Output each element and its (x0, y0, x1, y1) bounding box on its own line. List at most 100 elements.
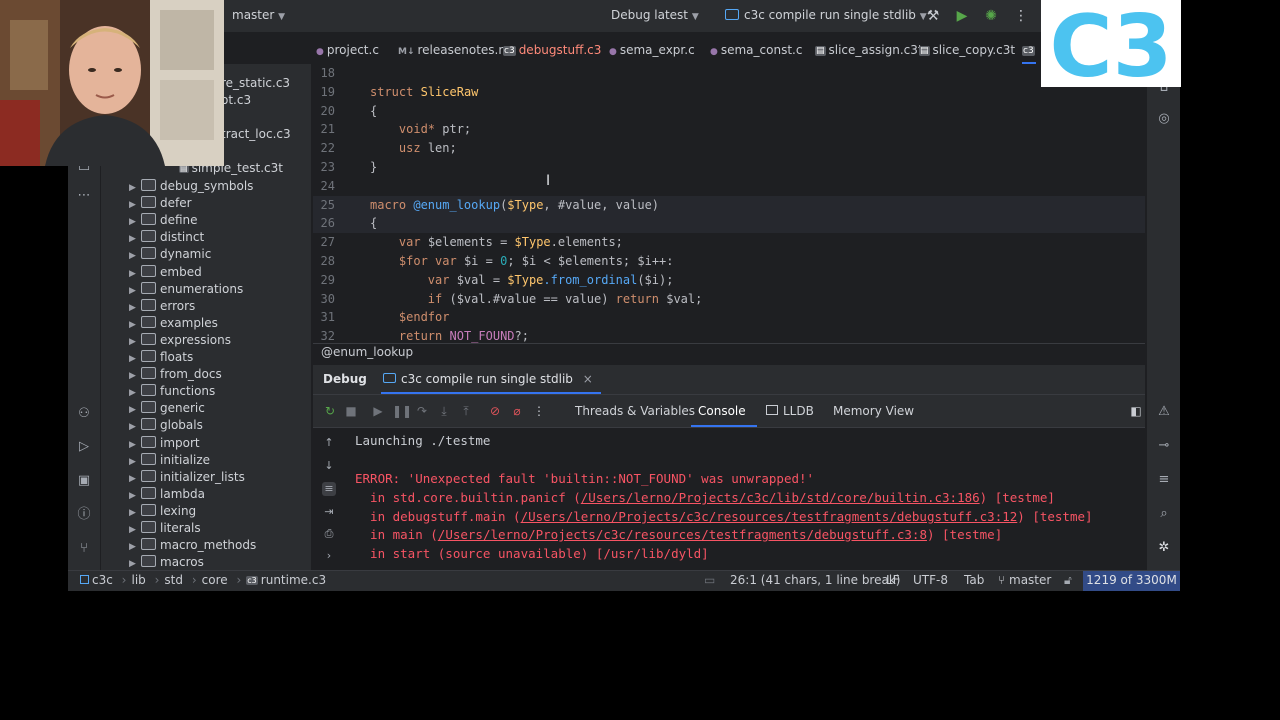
run-config-selector[interactable]: Debug latest ▼ (611, 8, 699, 22)
line-number[interactable]: 30 (313, 290, 335, 309)
code-line[interactable]: 18 (313, 64, 1145, 83)
chevron-right-icon[interactable]: ▶ (129, 405, 141, 415)
source-link[interactable]: /Users/lerno/Projects/c3c/resources/test… (438, 527, 927, 542)
code-line[interactable]: 21 void* ptr; (313, 120, 1145, 139)
code-line[interactable]: 22 usz len; (313, 139, 1145, 158)
tree-folder-item[interactable]: ▶ enumerations (129, 281, 243, 299)
line-number[interactable]: 24 (313, 177, 335, 196)
chevron-right-icon[interactable]: ▶ (129, 491, 141, 501)
chevron-right-icon[interactable]: › (322, 549, 336, 563)
line-number[interactable]: 18 (313, 64, 335, 83)
tree-folder-item[interactable]: ▶ expressions (129, 332, 231, 350)
line-number[interactable]: 23 (313, 158, 335, 177)
code-line[interactable]: 28 $for var $i = 0; $i < $elements; $i++… (313, 252, 1145, 271)
debug-panel-icon[interactable]: ✲ (1156, 540, 1172, 556)
ai-assistant-icon[interactable]: ◎ (1156, 111, 1172, 127)
search-icon[interactable]: ⌕ (1156, 506, 1172, 522)
chevron-right-icon[interactable]: ▶ (129, 422, 141, 432)
tab-sema-const[interactable]: ● sema_const.c (710, 43, 802, 57)
branch-selector[interactable]: master ▼ (232, 8, 285, 22)
source-link[interactable]: /Users/lerno/Projects/c3c/lib/std/core/b… (581, 490, 980, 505)
tree-folder-item[interactable]: ▶ dynamic (129, 247, 211, 264)
debug-bug-icon[interactable]: ✺ (982, 7, 1000, 25)
tree-folder-item[interactable]: ▶ globals (129, 418, 203, 435)
git-icon[interactable]: ⑂ (76, 541, 92, 557)
chevron-right-icon[interactable]: ▶ (129, 440, 141, 450)
line-number[interactable]: 31 (313, 308, 335, 327)
arrow-down-icon[interactable]: ↓ (322, 459, 336, 473)
code-line[interactable]: 31 $endfor (313, 308, 1145, 327)
chevron-right-icon[interactable]: ▶ (129, 200, 141, 210)
tree-folder-item[interactable]: ▶ lambda (129, 486, 205, 504)
chevron-right-icon[interactable]: ▶ (129, 269, 141, 279)
tab-slice-copy[interactable]: ▤ slice_copy.c3t (919, 43, 1015, 57)
tree-folder-item[interactable]: ▶ floats (129, 350, 193, 367)
tree-folder-item[interactable]: ▶ debug_symbols (129, 179, 253, 196)
chevron-right-icon[interactable]: ▶ (129, 320, 141, 330)
tree-folder-item[interactable]: ▶ defer (129, 196, 192, 213)
tree-folder-item[interactable]: ▶ functions (129, 384, 215, 401)
tab-debugstuff[interactable]: c3 debugstuff.c3 (503, 43, 601, 57)
git-branch-widget[interactable]: ⑂ master (998, 573, 1051, 587)
code-line[interactable]: 32 return NOT_FOUND?; (313, 327, 1145, 343)
subtab-memory-view[interactable]: Memory View (833, 404, 914, 418)
pause-icon[interactable]: ❚❚ (392, 403, 412, 419)
source-link[interactable]: /Users/lerno/Projects/c3c/resources/test… (521, 509, 1018, 524)
structure-list-icon[interactable]: ≡ (1156, 472, 1172, 488)
lock-icon[interactable]: 🔓︎ (1064, 573, 1072, 588)
console-output[interactable]: Launching ./testme ERROR: 'Unexpected fa… (345, 428, 1145, 572)
chevron-right-icon[interactable]: ▶ (129, 542, 141, 552)
chevron-right-icon[interactable]: ▶ (129, 337, 141, 347)
chevron-right-icon[interactable]: ▶ (129, 559, 141, 569)
debug-session-tab[interactable]: c3c compile run single stdlib × (383, 372, 593, 386)
tree-folder-item[interactable]: ▶ initializer_lists (129, 469, 245, 487)
tree-item[interactable]: tract_loc.c3 (221, 127, 291, 141)
more-tools-icon[interactable]: ⋯ (76, 188, 92, 204)
readonly-icon[interactable]: ▭ (704, 573, 715, 587)
code-line[interactable]: 26 { (313, 214, 1145, 234)
terminal-icon[interactable]: ▣ (76, 473, 92, 489)
more-options-icon[interactable]: ⋮ (531, 403, 547, 419)
tab-overflow[interactable]: c3 (1022, 43, 1038, 57)
layout-icon[interactable]: ◧ (1128, 403, 1144, 419)
tab-project-c[interactable]: ● project.c (316, 43, 379, 57)
code-line[interactable]: 19 struct SliceRaw (313, 83, 1145, 102)
resume-icon[interactable]: ▶ (370, 403, 386, 419)
tree-folder-item[interactable]: ▶ errors (129, 298, 195, 316)
tab-slice-assign[interactable]: ▤ slice_assign.c3t (815, 43, 923, 57)
chevron-right-icon[interactable]: ▶ (129, 371, 141, 381)
chevron-right-icon[interactable]: ▶ (129, 508, 141, 518)
problems-icon[interactable]: ⓘ (76, 507, 92, 523)
target-selector[interactable]: c3c compile run single stdlib ▼ (725, 8, 927, 22)
tree-folder-item[interactable]: ▶ examples (129, 315, 218, 333)
tree-folder-item[interactable]: ▶ macro_methods (129, 538, 256, 555)
code-breadcrumb[interactable]: @enum_lookup (313, 343, 1145, 363)
line-number[interactable]: 22 (313, 139, 335, 158)
chevron-right-icon[interactable]: ▶ (129, 525, 141, 535)
tree-folder-item[interactable]: ▶ literals (129, 521, 201, 538)
step-into-icon[interactable]: ⤓ (436, 403, 452, 419)
chevron-right-icon[interactable]: ▶ (129, 388, 141, 398)
path-breadcrumb[interactable]: c3c › lib › std › core › c3 runtime.c3 (80, 573, 326, 587)
code-line[interactable]: 29 var $val = $Type.from_ordinal($i); (313, 271, 1145, 290)
tree-folder-item[interactable]: ▶ generic (129, 401, 205, 418)
code-line[interactable]: 30 if ($val.#value == value) return $val… (313, 290, 1145, 309)
code-line[interactable]: 27 var $elements = $Type.elements; (313, 233, 1145, 252)
rerun-icon[interactable]: ↻ (322, 403, 338, 419)
more-options-icon[interactable]: ⋮ (1012, 7, 1030, 25)
line-number[interactable]: 28 (313, 252, 335, 271)
tree-folder-item[interactable]: ▶ lexing (129, 503, 196, 521)
line-number[interactable]: 20 (313, 102, 335, 121)
mute-breakpoints-icon[interactable]: ⌀ (509, 403, 525, 419)
line-number[interactable]: 27 (313, 233, 335, 252)
stop-icon[interactable]: ■ (343, 403, 359, 419)
memory-indicator[interactable]: 1219 of 3300M (1083, 571, 1180, 591)
tree-folder-item[interactable]: ▶ initialize (129, 452, 210, 470)
structure-icon[interactable]: ⚇ (76, 406, 92, 422)
services-icon[interactable]: ▷ (76, 439, 92, 455)
tree-folder-item[interactable]: ▶ import (129, 435, 200, 453)
tree-folder-item[interactable]: ▶ define (129, 213, 198, 230)
tree-folder-item[interactable]: ▶ embed (129, 264, 202, 282)
print-icon[interactable]: ⎙ (322, 527, 336, 541)
scroll-to-end-icon[interactable]: ⇥ (322, 505, 336, 519)
